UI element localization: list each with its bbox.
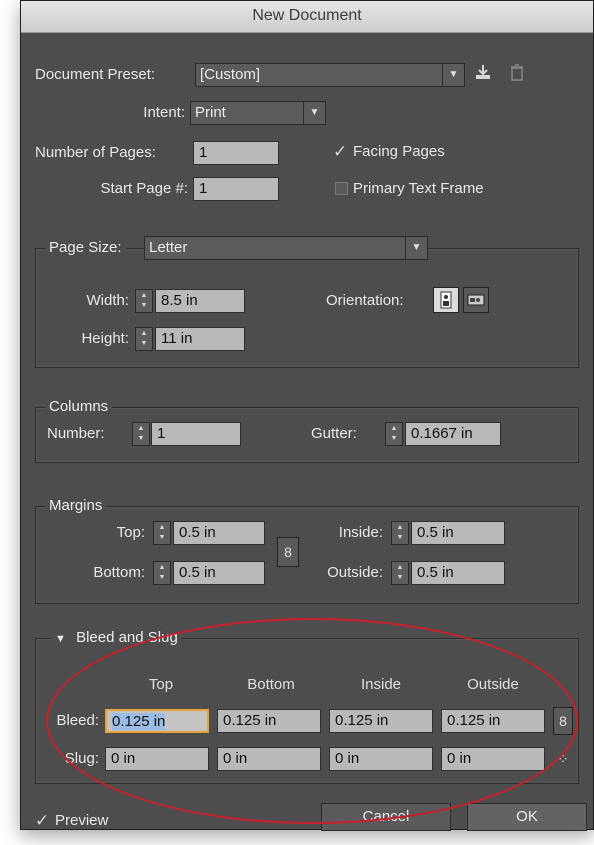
bleed-link-icon[interactable]: 8 (553, 707, 573, 735)
margin-bottom-field[interactable]: 0.5 in (173, 561, 265, 585)
width-stepper[interactable]: ▲ ▼ (135, 289, 153, 313)
ok-button[interactable]: OK (467, 803, 587, 831)
height-field[interactable]: 11 in (155, 327, 245, 351)
margin-outside-label: Outside: (327, 564, 383, 581)
margin-outside-field[interactable]: 0.5 in (411, 561, 505, 585)
intent-value: Print (195, 104, 226, 121)
slug-top-field[interactable]: 0 in (105, 747, 209, 771)
columns-number-label: Number: (47, 425, 105, 442)
page-size-value: Letter (149, 239, 188, 256)
window-title: New Document (21, 1, 593, 33)
slug-bottom-field[interactable]: 0 in (217, 747, 321, 771)
margins-legend: Margins (45, 495, 107, 517)
chevron-down-icon: ▼ (405, 237, 427, 259)
margin-bottom-stepper[interactable]: ▲ ▼ (153, 561, 171, 585)
margin-top-label: Top: (116, 524, 145, 541)
column-header-bottom: Bottom (247, 676, 295, 693)
height-stepper[interactable]: ▲ ▼ (135, 327, 153, 351)
columns-number-field[interactable]: 1 (151, 422, 241, 446)
orientation-label: Orientation: (326, 292, 404, 309)
trash-icon[interactable] (507, 63, 527, 85)
document-preset-label: Document Preset: (35, 66, 156, 83)
margin-outside-stepper[interactable]: ▲ ▼ (391, 561, 409, 585)
bleed-top-value: 0.125 in (112, 713, 166, 730)
bleed-slug-legend-label: Bleed and Slug (76, 629, 178, 646)
portrait-orientation-icon[interactable] (433, 287, 459, 313)
start-page-field[interactable]: 1 (193, 177, 279, 201)
facing-pages-checkbox[interactable]: ✓ (333, 143, 347, 160)
landscape-orientation-icon[interactable] (463, 287, 489, 313)
page-size-legend: Page Size: (45, 237, 126, 259)
height-label: Height: (81, 330, 129, 347)
margin-inside-stepper[interactable]: ▲ ▼ (391, 521, 409, 545)
margin-bottom-label: Bottom: (93, 564, 145, 581)
gutter-field[interactable]: 0.1667 in (405, 422, 501, 446)
slug-broken-link-icon[interactable]: ⁘ (551, 747, 575, 771)
disclosure-triangle-icon: ▼ (55, 633, 66, 645)
bleed-label: Bleed: (56, 712, 99, 729)
bleed-slug-legend[interactable]: ▼ Bleed and Slug (51, 627, 182, 650)
column-header-top: Top (148, 676, 174, 693)
bleed-top-field[interactable]: 0.125 in (105, 709, 209, 733)
margins-link-icon[interactable]: 8 (277, 537, 299, 567)
page-size-dropdown[interactable]: Letter ▼ (144, 236, 428, 260)
slug-inside-field[interactable]: 0 in (329, 747, 433, 771)
primary-text-frame-checkbox[interactable] (335, 182, 348, 195)
margin-top-stepper[interactable]: ▲ ▼ (153, 521, 171, 545)
slug-outside-field[interactable]: 0 in (441, 747, 545, 771)
intent-dropdown[interactable]: Print ▼ (190, 101, 326, 125)
columns-number-stepper[interactable]: ▲ ▼ (132, 422, 150, 446)
column-header-outside: Outside (467, 676, 519, 693)
width-field[interactable]: 8.5 in (155, 289, 245, 313)
document-preset-dropdown[interactable]: [Custom] ▼ (195, 63, 465, 87)
start-page-label: Start Page #: (100, 180, 188, 197)
columns-legend: Columns (45, 396, 113, 418)
chevron-down-icon: ▼ (303, 102, 325, 124)
new-document-dialog: New Document Document Preset: [Custom] ▼… (20, 0, 594, 831)
margin-inside-label: Inside: (338, 524, 383, 541)
chevron-down-icon: ▼ (442, 64, 464, 86)
primary-text-frame-label: Primary Text Frame (353, 180, 484, 197)
save-preset-icon[interactable] (473, 63, 493, 85)
preview-checkbox[interactable]: ✓ (35, 812, 49, 829)
bleed-inside-field[interactable]: 0.125 in (329, 709, 433, 733)
margin-inside-field[interactable]: 0.5 in (411, 521, 505, 545)
facing-pages-label: Facing Pages (353, 143, 445, 160)
number-of-pages-field[interactable]: 1 (193, 141, 279, 165)
gutter-stepper[interactable]: ▲ ▼ (385, 422, 403, 446)
number-of-pages-label: Number of Pages: (35, 144, 156, 161)
cancel-button[interactable]: Cancel (321, 803, 451, 831)
bleed-outside-field[interactable]: 0.125 in (441, 709, 545, 733)
margin-top-field[interactable]: 0.5 in (173, 521, 265, 545)
preview-label: Preview (55, 812, 109, 829)
document-preset-value: [Custom] (200, 66, 261, 83)
bleed-bottom-field[interactable]: 0.125 in (217, 709, 321, 733)
column-header-inside: Inside (360, 676, 402, 693)
gutter-label: Gutter: (311, 425, 357, 442)
width-label: Width: (86, 292, 129, 309)
slug-label: Slug: (64, 750, 99, 767)
intent-label: Intent: (143, 104, 185, 121)
